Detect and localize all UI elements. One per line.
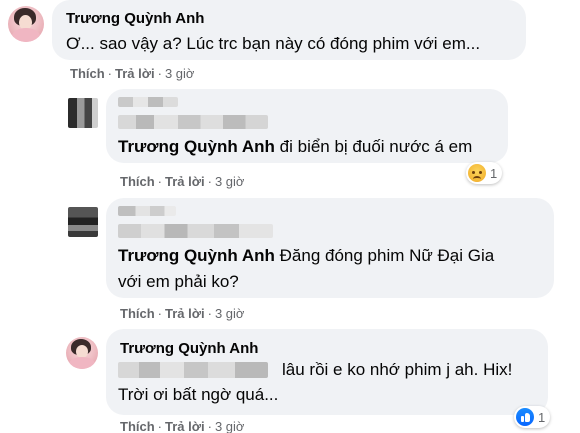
separator: · bbox=[157, 419, 163, 433]
blurred-text bbox=[118, 362, 268, 378]
comment-text: Ơ... sao vậy a? Lúc trc bạn này có đóng … bbox=[66, 34, 481, 53]
reply-link[interactable]: Trả lời bbox=[165, 419, 205, 433]
comment-text-line2: với em phải ko? bbox=[118, 272, 239, 291]
reaction-badge[interactable]: 1 bbox=[466, 162, 503, 184]
comment-text: Trương Quỳnh Anh Đăng đóng phim Nữ Đại G… bbox=[118, 246, 494, 266]
comment-text-body: đi biển bị đuối nước á em bbox=[279, 137, 473, 156]
comment-time[interactable]: 3 giờ bbox=[215, 419, 245, 433]
blurred-text bbox=[118, 224, 273, 238]
blurred-author-name bbox=[118, 206, 176, 216]
avatar-body bbox=[69, 357, 95, 369]
comment-author[interactable]: Trương Quỳnh Anh bbox=[66, 10, 204, 27]
reaction-count: 1 bbox=[538, 409, 546, 425]
mention-link[interactable]: Trương Quỳnh Anh bbox=[118, 137, 275, 156]
comment-actions: Thích · Trả lời · 3 giờ bbox=[70, 66, 194, 81]
blurred-text bbox=[118, 115, 268, 129]
reply-link[interactable]: Trả lời bbox=[115, 66, 155, 81]
comment-text-body: Đăng đóng phim Nữ Đại Gia bbox=[279, 246, 495, 265]
comment-text: Trương Quỳnh Anh đi biển bị đuối nước á … bbox=[118, 137, 472, 157]
separator: · bbox=[207, 306, 212, 321]
blurred-author-name bbox=[118, 97, 178, 107]
comment-actions: Thích · Trả lời · 3 giờ bbox=[120, 174, 244, 189]
reply-link[interactable]: Trả lời bbox=[165, 174, 205, 189]
comment-actions: Thích · Trả lời · 3 giờ bbox=[120, 419, 244, 433]
comment-actions: Thích · Trả lời · 3 giờ bbox=[120, 306, 244, 321]
comment-time[interactable]: 3 giờ bbox=[215, 306, 245, 321]
separator: · bbox=[207, 419, 212, 433]
comment-text: lâu rồi e ko nhớ phim j ah. Hix! bbox=[282, 360, 513, 379]
avatar[interactable] bbox=[68, 98, 98, 128]
comment-text-line2: Trời ơi bất ngờ quá... bbox=[118, 385, 279, 404]
avatar[interactable] bbox=[8, 6, 44, 42]
comment-author[interactable]: Trương Quỳnh Anh bbox=[120, 340, 258, 357]
mention-link[interactable]: Trương Quỳnh Anh bbox=[118, 246, 275, 265]
like-link[interactable]: Thích bbox=[120, 306, 155, 321]
like-link[interactable]: Thích bbox=[120, 174, 155, 189]
like-link[interactable]: Thích bbox=[120, 419, 155, 433]
separator: · bbox=[107, 66, 113, 81]
avatar[interactable] bbox=[68, 207, 98, 237]
comment-time[interactable]: 3 giờ bbox=[215, 174, 245, 189]
like-link[interactable]: Thích bbox=[70, 66, 105, 81]
comment-time[interactable]: 3 giờ bbox=[165, 66, 195, 81]
avatar[interactable] bbox=[66, 337, 98, 369]
reaction-count: 1 bbox=[490, 165, 498, 181]
like-reaction-icon bbox=[516, 408, 534, 426]
reaction-badge[interactable]: 1 bbox=[514, 406, 551, 428]
sad-reaction-icon bbox=[468, 164, 486, 182]
separator: · bbox=[207, 174, 212, 189]
reply-link[interactable]: Trả lời bbox=[165, 306, 205, 321]
separator: · bbox=[157, 306, 163, 321]
separator: · bbox=[157, 66, 162, 81]
separator: · bbox=[157, 174, 163, 189]
avatar-body bbox=[12, 28, 40, 42]
